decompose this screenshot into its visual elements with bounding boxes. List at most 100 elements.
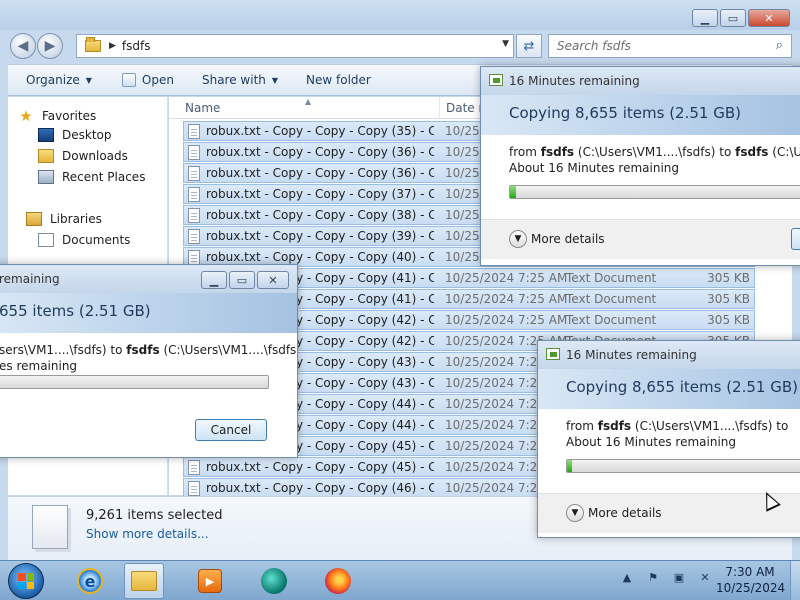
dest-path: (C:\Users\ [772, 145, 800, 159]
share-with-button[interactable]: Share with ▼ [202, 73, 278, 87]
taskbar-firefox[interactable] [318, 563, 358, 599]
text-file-icon [188, 166, 200, 181]
copy-icon [489, 74, 503, 86]
more-details-toggle[interactable]: ▼ More details [509, 230, 605, 248]
taskbar-internet-explorer[interactable]: e [70, 563, 110, 599]
chevron-down-icon: ▼ [271, 75, 279, 85]
system-clock[interactable]: 7:30 AM 10/25/2024 [716, 564, 785, 596]
nav-recent-places[interactable]: Recent Places [38, 170, 145, 184]
new-folder-label: New folder [306, 73, 371, 87]
volume-muted-icon[interactable]: ✕ [696, 569, 714, 585]
time-remaining: About 16 Minutes remaining [509, 161, 680, 175]
back-button[interactable]: ◀ [10, 33, 36, 59]
nav-favorites[interactable]: ★ Favorites [18, 107, 96, 125]
forward-button[interactable]: ▶ [37, 33, 63, 59]
minimize-button[interactable]: ▁ [692, 9, 718, 27]
dialog-caption-buttons: ▁ ▭ ✕ [199, 271, 289, 289]
organize-button[interactable]: Organize ▼ [26, 73, 92, 87]
copy-dialog-bottom-right: 16 Minutes remaining Copying 8,655 items… [537, 340, 800, 538]
close-button[interactable]: ✕ [748, 9, 790, 27]
text-file-icon [188, 229, 200, 244]
refresh-icon: ⇄ [523, 38, 535, 54]
dialog-titlebar[interactable]: 16 Minutes remaining [538, 341, 800, 369]
explorer-caption-buttons: ▁ ▭ ✕ [690, 9, 790, 27]
downloads-icon [38, 149, 54, 163]
new-folder-button[interactable]: New folder [306, 73, 371, 87]
action-center-icon[interactable]: ⚑ [644, 569, 662, 585]
from-label: from [566, 419, 598, 433]
file-name: robux.txt - Copy - Copy - Copy (40) - Co… [206, 250, 434, 264]
taskbar-windows-explorer[interactable] [124, 563, 164, 599]
refresh-button[interactable]: ⇄ [516, 34, 542, 58]
maximize-button[interactable]: ▭ [229, 271, 255, 289]
source-folder: fsdfs [540, 145, 575, 159]
column-name-header[interactable]: Name [185, 101, 220, 115]
column-divider[interactable] [439, 97, 440, 119]
close-button[interactable]: ✕ [257, 271, 289, 289]
nav-downloads-label: Downloads [62, 149, 128, 163]
copy-icon [546, 348, 560, 360]
dialog-heading: Copying 8,655 items (2.51 GB) [566, 378, 798, 396]
dialog-titlebar[interactable]: remaining ▁ ▭ ✕ [0, 265, 297, 293]
file-name: robux.txt - Copy - Copy - Copy (37) - Co… [206, 187, 434, 201]
nav-libraries[interactable]: Libraries [26, 212, 102, 226]
address-row: ◀ ▶ ▶ fsdfs ▼ ⇄ ⌕ [0, 30, 800, 62]
more-details-label: More details [531, 232, 605, 246]
file-type: Text Document [566, 292, 657, 306]
breadcrumb-fsdfs[interactable]: fsdfs [122, 39, 151, 53]
firefox-icon [325, 568, 351, 594]
explorer-titlebar[interactable]: ▁ ▭ ✕ [0, 0, 800, 30]
desktop-icon [38, 128, 54, 142]
file-name: robux.txt - Copy - Copy - Copy (38) - Co… [206, 208, 434, 222]
address-bar[interactable]: ▶ fsdfs ▼ [76, 34, 514, 58]
time-remaining: About 16 Minutes remaining [566, 435, 737, 449]
address-dropdown-icon[interactable]: ▼ [502, 39, 509, 49]
documents-icon [38, 233, 54, 247]
selection-count: 9,261 items selected [86, 508, 223, 523]
show-more-details-link[interactable]: Show more details... [86, 527, 209, 541]
text-file-icon [188, 124, 200, 139]
search-icon[interactable]: ⌕ [776, 38, 783, 53]
taskbar-media-player[interactable]: ▶ [190, 563, 230, 599]
minimize-button[interactable]: ▁ [201, 271, 227, 289]
search-input[interactable] [557, 39, 757, 53]
breadcrumb-separator-icon[interactable]: ▶ [109, 41, 116, 51]
file-size: 305 KB [707, 271, 750, 285]
notification-area: ▲ ⚑ ▣ ✕ [618, 569, 722, 585]
cancel-button[interactable] [791, 228, 800, 250]
internet-explorer-icon: e [77, 568, 103, 594]
start-button[interactable] [8, 563, 44, 599]
file-size: 305 KB [707, 292, 750, 306]
open-icon [121, 73, 136, 87]
show-desktop-button[interactable] [790, 561, 800, 600]
nav-downloads[interactable]: Downloads [38, 149, 128, 163]
file-type: Text Document [566, 313, 657, 327]
text-file-icon [188, 250, 200, 265]
file-name: robux.txt - Copy - Copy - Copy (39) - Co… [206, 229, 434, 243]
more-details-toggle[interactable]: ▼ More details [566, 504, 662, 522]
folder-icon [131, 571, 157, 591]
chevron-down-icon: ▼ [85, 75, 92, 85]
file-name: robux.txt - Copy - Copy - Copy (35) - Co… [206, 124, 434, 138]
text-file-icon [188, 481, 200, 496]
dialog-heading: 655 items (2.51 GB) [0, 302, 151, 320]
dialog-titlebar[interactable]: 16 Minutes remaining [481, 67, 800, 95]
nav-libraries-label: Libraries [50, 212, 102, 226]
cancel-button[interactable]: Cancel [195, 419, 267, 441]
text-file-icon [188, 208, 200, 223]
search-box[interactable]: ⌕ [548, 34, 792, 58]
nav-desktop[interactable]: Desktop [38, 128, 112, 142]
nav-desktop-label: Desktop [62, 128, 112, 142]
time-remaining: es remaining [0, 359, 78, 373]
open-button[interactable]: Open [121, 73, 174, 87]
taskbar-app[interactable] [254, 563, 294, 599]
sort-ascending-icon: ▲ [305, 97, 312, 106]
chevron-down-icon: ▼ [566, 504, 584, 522]
maximize-button[interactable]: ▭ [720, 9, 746, 27]
nav-documents-label: Documents [62, 233, 131, 247]
copy-progress-bar [509, 185, 800, 199]
network-icon[interactable]: ▣ [670, 569, 688, 585]
show-hidden-icons-icon[interactable]: ▲ [618, 569, 636, 585]
file-date: 10/25/2024 7:25 AM [445, 313, 568, 327]
nav-documents[interactable]: Documents [38, 233, 130, 247]
